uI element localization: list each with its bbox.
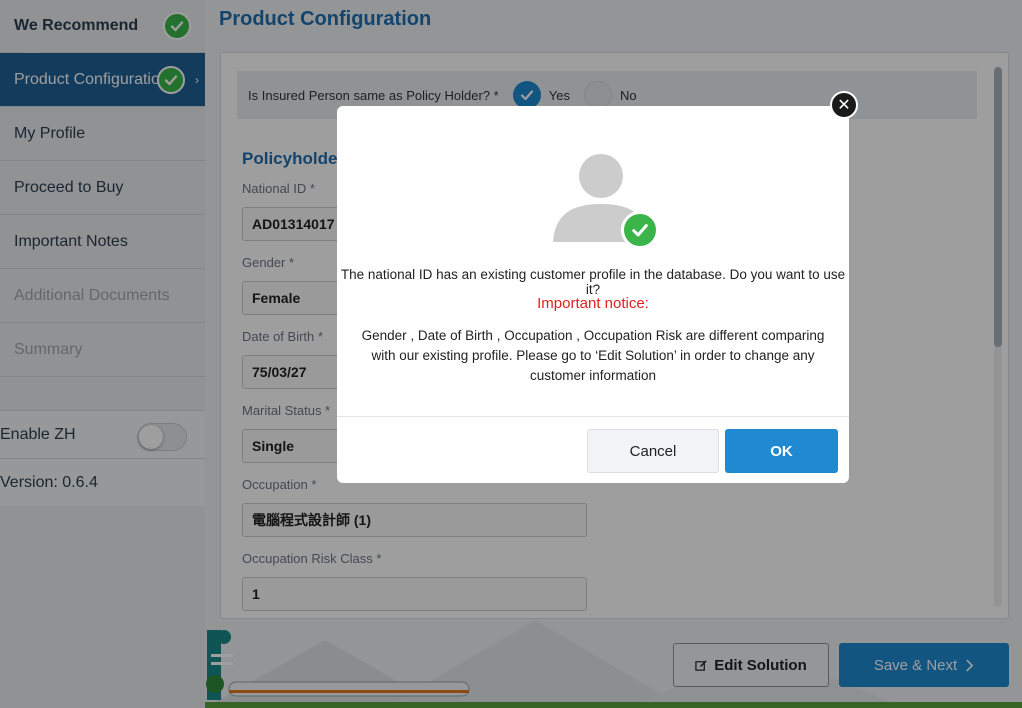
dialog-divider — [337, 416, 849, 417]
dialog-message: The national ID has an existing customer… — [340, 267, 846, 297]
close-icon[interactable]: ✕ — [830, 91, 858, 119]
cancel-button[interactable]: Cancel — [587, 429, 719, 473]
important-notice-title: Important notice: — [537, 295, 649, 312]
check-badge-icon — [621, 211, 659, 249]
existing-profile-dialog: The national ID has an existing customer… — [337, 106, 849, 483]
ok-button[interactable]: OK — [725, 429, 838, 473]
notice-detail: Gender , Date of Birth , Occupation , Oc… — [361, 328, 825, 383]
